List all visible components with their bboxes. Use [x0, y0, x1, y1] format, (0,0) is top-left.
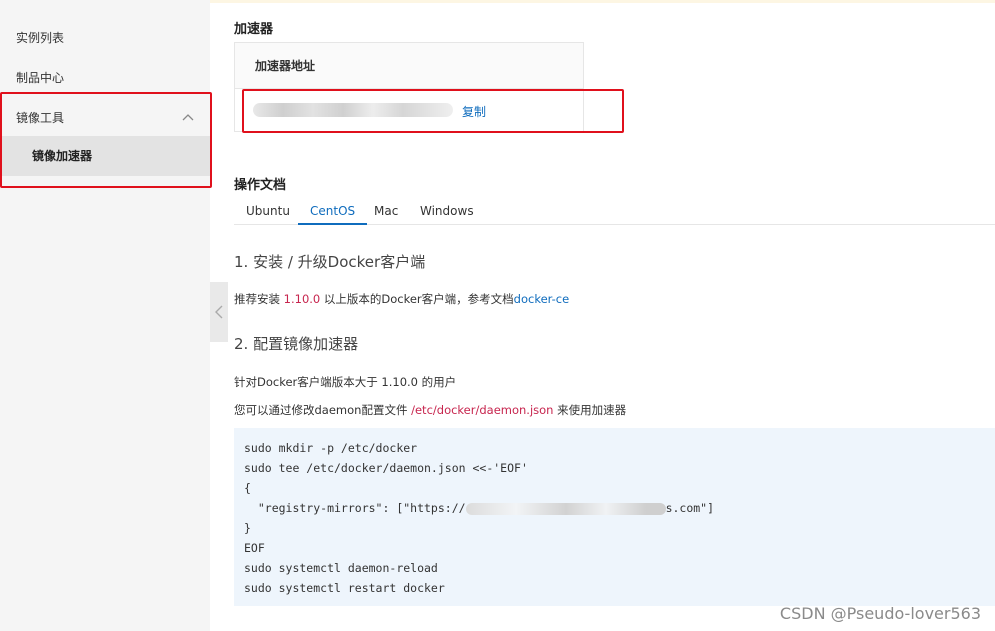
- code-line: sudo mkdir -p /etc/docker: [244, 441, 418, 455]
- sidebar: 实例列表 制品中心 镜像工具 镜像加速器: [0, 0, 210, 631]
- step2-line2-b: 来使用加速器: [553, 403, 627, 417]
- code-line: sudo tee /etc/docker/daemon.json <<-'EOF…: [244, 461, 528, 475]
- step1-text-b: 以上版本的Docker客户端，参考文档: [320, 292, 514, 306]
- accelerator-table: 加速器地址 复制: [234, 42, 584, 132]
- sidebar-item-instance-list[interactable]: 实例列表: [0, 18, 210, 58]
- step1-version: 1.10.0: [283, 292, 321, 306]
- sidebar-item-label: 镜像工具: [16, 111, 65, 125]
- sidebar-item-label: 镜像加速器: [32, 149, 93, 163]
- os-tabs: Ubuntu CentOS Mac Windows: [234, 199, 995, 225]
- accelerator-table-row: 复制: [235, 89, 583, 131]
- sidebar-collapse-handle[interactable]: [210, 282, 228, 342]
- code-line: }: [244, 521, 251, 535]
- mirror-url-redacted: [465, 502, 666, 515]
- tab-ubuntu[interactable]: Ubuntu: [246, 199, 290, 225]
- sidebar-item-image-accelerator[interactable]: 镜像加速器: [0, 136, 210, 176]
- sidebar-item-label: 实例列表: [16, 31, 65, 45]
- sidebar-item-label: 制品中心: [16, 71, 65, 85]
- code-line: sudo systemctl daemon-reload: [244, 561, 438, 575]
- step2-title: 2. 配置镜像加速器: [234, 335, 359, 353]
- step2-line1: 针对Docker客户端版本大于 1.10.0 的用户: [234, 375, 457, 389]
- step2-line2: 您可以通过修改daemon配置文件 /etc/docker/daemon.jso…: [234, 402, 626, 418]
- step1-text-a: 推荐安装: [234, 292, 284, 306]
- code-line: sudo systemctl restart docker: [244, 581, 445, 595]
- step1-text: 推荐安装 1.10.0 以上版本的Docker客户端，参考文档docker-ce: [234, 291, 569, 307]
- daemon-json-path: /etc/docker/daemon.json: [411, 403, 554, 417]
- accelerator-table-header: 加速器地址: [235, 43, 583, 89]
- code-block[interactable]: sudo mkdir -p /etc/docker sudo tee /etc/…: [234, 428, 995, 606]
- chevron-left-icon: [215, 305, 223, 319]
- tab-mac[interactable]: Mac: [374, 199, 398, 225]
- code-line-mirror: "registry-mirrors": ["https:// s.com"]: [244, 498, 985, 518]
- step1-title: 1. 安装 / 升级Docker客户端: [234, 253, 426, 271]
- step2-line2-a: 您可以通过修改daemon配置文件: [234, 403, 412, 417]
- sidebar-item-image-tools[interactable]: 镜像工具: [0, 98, 210, 138]
- accelerator-address-redacted: [253, 103, 453, 117]
- chevron-up-icon: [182, 114, 194, 121]
- copy-button[interactable]: 复制: [462, 103, 486, 120]
- code-line: EOF: [244, 541, 265, 555]
- code-line: {: [244, 481, 251, 495]
- sidebar-item-artifact-center[interactable]: 制品中心: [0, 58, 210, 98]
- code-line-mirror-b: s.com"]: [665, 501, 715, 515]
- tab-centos[interactable]: CentOS: [298, 199, 368, 225]
- top-notice-strip: [210, 0, 995, 3]
- docker-ce-link[interactable]: docker-ce: [514, 292, 570, 306]
- docs-section-title: 操作文档: [234, 178, 287, 193]
- accelerator-section-title: 加速器: [234, 22, 274, 37]
- watermark: CSDN @Pseudo-lover563: [779, 604, 981, 623]
- tab-windows[interactable]: Windows: [420, 199, 474, 225]
- code-line-mirror-a: "registry-mirrors": ["https://: [244, 501, 466, 515]
